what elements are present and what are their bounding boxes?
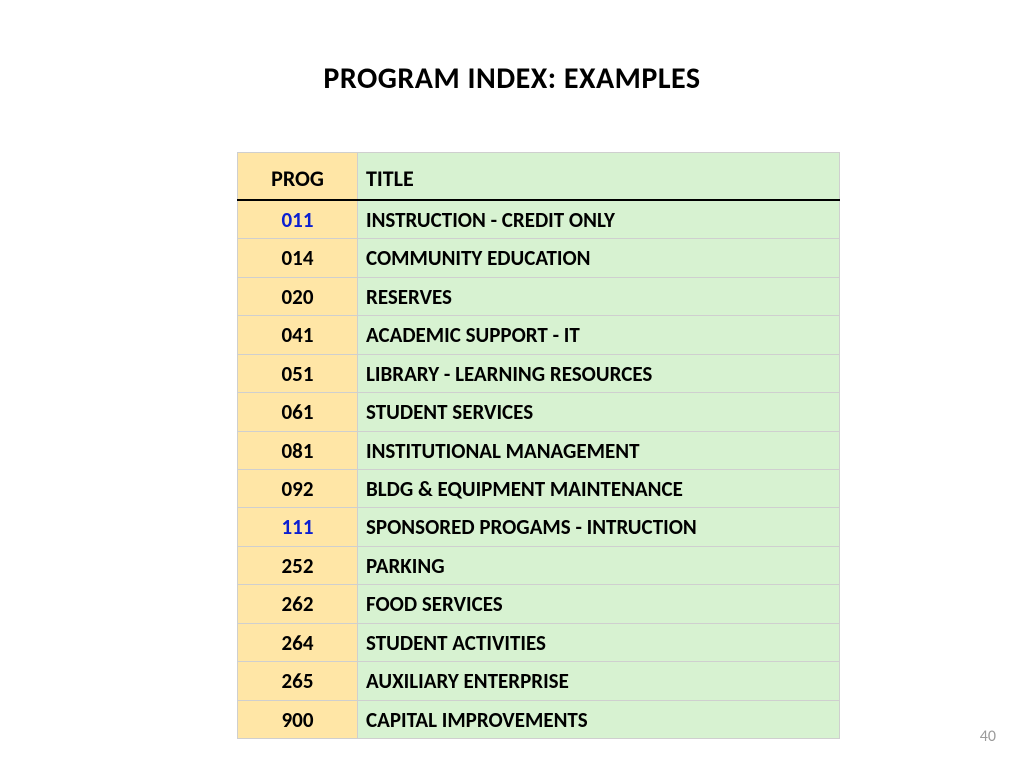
cell-prog: 061 — [238, 393, 358, 431]
col-header-title: TITLE — [358, 153, 840, 200]
cell-title: RESERVES — [358, 277, 840, 315]
cell-prog: 900 — [238, 700, 358, 738]
col-header-prog: PROG — [238, 153, 358, 200]
table-row: 051LIBRARY - LEARNING RESOURCES — [238, 354, 840, 392]
table-row: 252PARKING — [238, 546, 840, 584]
program-index-table-wrap: PROG TITLE 011INSTRUCTION - CREDIT ONLY0… — [237, 152, 840, 739]
cell-prog: 252 — [238, 546, 358, 584]
cell-prog: 264 — [238, 623, 358, 661]
table-row: 011INSTRUCTION - CREDIT ONLY — [238, 200, 840, 239]
cell-title: COMMUNITY EDUCATION — [358, 239, 840, 277]
cell-title: STUDENT ACTIVITIES — [358, 623, 840, 661]
table-row: 014COMMUNITY EDUCATION — [238, 239, 840, 277]
cell-title: STUDENT SERVICES — [358, 393, 840, 431]
table-row: 041ACADEMIC SUPPORT - IT — [238, 316, 840, 354]
cell-prog: 051 — [238, 354, 358, 392]
cell-prog: 262 — [238, 585, 358, 623]
slide: PROGRAM INDEX: EXAMPLES PROG TITLE 011IN… — [0, 0, 1024, 768]
cell-prog: 111 — [238, 508, 358, 546]
table-row: 092BLDG & EQUIPMENT MAINTENANCE — [238, 469, 840, 507]
table-row: 264STUDENT ACTIVITIES — [238, 623, 840, 661]
table-row: 900CAPITAL IMPROVEMENTS — [238, 700, 840, 738]
cell-title: INSTRUCTION - CREDIT ONLY — [358, 200, 840, 239]
cell-prog: 020 — [238, 277, 358, 315]
cell-prog: 265 — [238, 662, 358, 700]
table-row: 020RESERVES — [238, 277, 840, 315]
program-index-table: PROG TITLE 011INSTRUCTION - CREDIT ONLY0… — [237, 152, 840, 739]
cell-title: FOOD SERVICES — [358, 585, 840, 623]
cell-title: BLDG & EQUIPMENT MAINTENANCE — [358, 469, 840, 507]
cell-prog: 081 — [238, 431, 358, 469]
table-row: 081INSTITUTIONAL MANAGEMENT — [238, 431, 840, 469]
table-row: 265AUXILIARY ENTERPRISE — [238, 662, 840, 700]
table-body: 011INSTRUCTION - CREDIT ONLY014COMMUNITY… — [238, 200, 840, 739]
cell-title: AUXILIARY ENTERPRISE — [358, 662, 840, 700]
cell-title: INSTITUTIONAL MANAGEMENT — [358, 431, 840, 469]
table-row: 061STUDENT SERVICES — [238, 393, 840, 431]
cell-prog: 011 — [238, 200, 358, 239]
cell-title: LIBRARY - LEARNING RESOURCES — [358, 354, 840, 392]
page-number: 40 — [980, 727, 996, 746]
cell-title: SPONSORED PROGAMS - INTRUCTION — [358, 508, 840, 546]
cell-prog: 092 — [238, 469, 358, 507]
table-row: 111SPONSORED PROGAMS - INTRUCTION — [238, 508, 840, 546]
slide-title: PROGRAM INDEX: EXAMPLES — [0, 60, 1024, 97]
table-row: 262FOOD SERVICES — [238, 585, 840, 623]
cell-title: PARKING — [358, 546, 840, 584]
cell-title: ACADEMIC SUPPORT - IT — [358, 316, 840, 354]
cell-prog: 041 — [238, 316, 358, 354]
cell-title: CAPITAL IMPROVEMENTS — [358, 700, 840, 738]
table-header-row: PROG TITLE — [238, 153, 840, 200]
cell-prog: 014 — [238, 239, 358, 277]
